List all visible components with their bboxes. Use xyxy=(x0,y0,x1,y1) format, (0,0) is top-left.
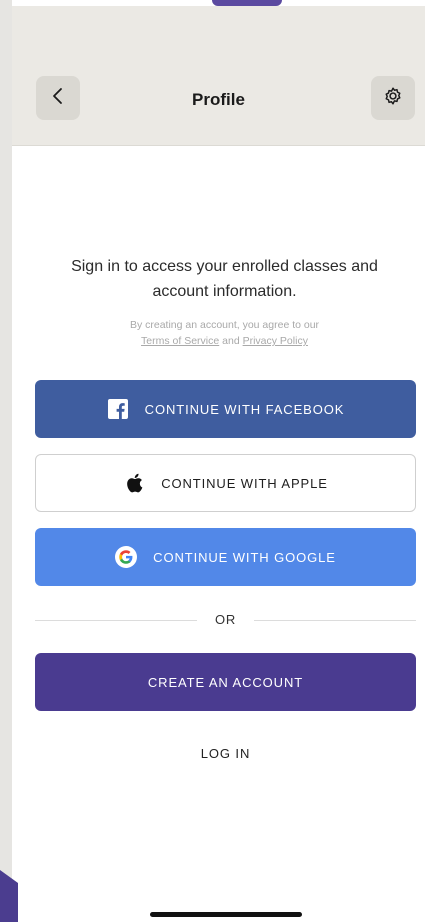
continue-with-apple-button[interactable]: CONTINUE WITH APPLE xyxy=(35,454,416,512)
create-account-label: CREATE AN ACCOUNT xyxy=(147,674,304,690)
legal-and: and xyxy=(222,335,240,347)
sign-in-message: Sign in to access your enrolled classes … xyxy=(71,258,378,300)
google-icon xyxy=(115,546,138,568)
facebook-label: CONTINUE WITH FACEBOOK xyxy=(144,401,345,417)
privacy-link[interactable]: Privacy Policy xyxy=(243,335,308,347)
app-header: Profile xyxy=(12,6,425,146)
legal-notice: By creating an account, you agree to our… xyxy=(52,317,397,349)
facebook-icon xyxy=(107,398,129,420)
google-label: CONTINUE WITH GOOGLE xyxy=(153,549,336,565)
terms-link[interactable]: Terms of Service xyxy=(141,335,219,347)
apple-icon xyxy=(123,472,145,494)
divider-line-right xyxy=(254,620,416,621)
or-divider: OR xyxy=(35,610,416,630)
page-title: Profile xyxy=(192,90,245,109)
home-indicator[interactable] xyxy=(150,912,302,917)
gear-icon xyxy=(382,85,404,112)
create-account-button[interactable]: CREATE AN ACCOUNT xyxy=(35,653,416,711)
sign-in-panel: Sign in to access your enrolled classes … xyxy=(12,146,425,922)
log-in-link[interactable]: LOG IN xyxy=(35,746,416,761)
page-edge xyxy=(0,0,12,922)
apple-label: CONTINUE WITH APPLE xyxy=(161,475,328,491)
continue-with-facebook-button[interactable]: CONTINUE WITH FACEBOOK xyxy=(35,380,416,438)
settings-button[interactable] xyxy=(371,76,415,120)
continue-with-google-button[interactable]: CONTINUE WITH GOOGLE xyxy=(35,528,416,586)
legal-prefix: By creating an account, you agree to our xyxy=(129,319,320,331)
